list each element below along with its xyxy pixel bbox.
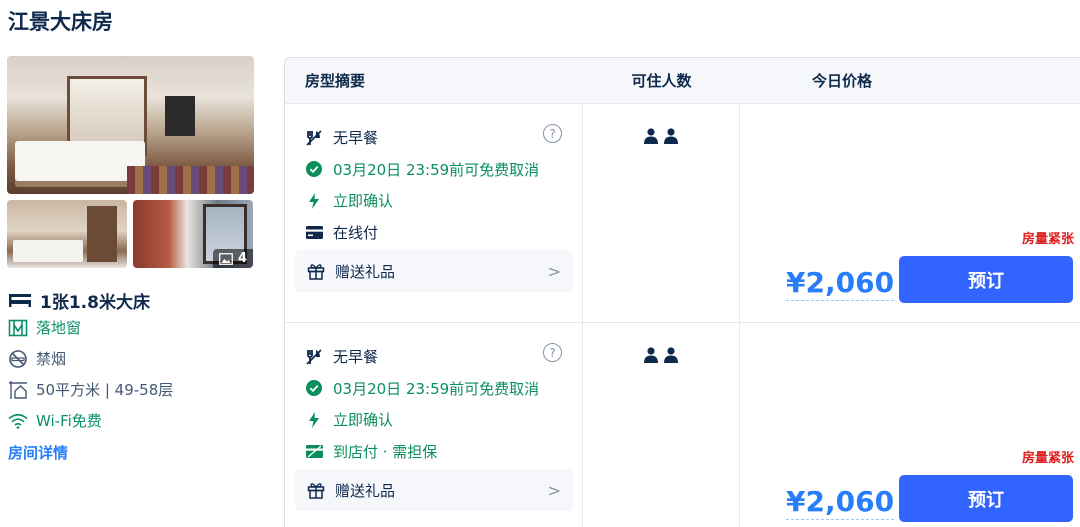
room-details-link[interactable]: 房间详情 (8, 442, 68, 463)
bed-icon (9, 294, 31, 307)
header-summary: 房型摘要 (305, 72, 366, 90)
rate-row: ? 无早餐 03月20日 23:59前可免费取消 立即确认 在线付 赠送礼品 > (285, 104, 1080, 323)
cancel-label: 03月20日 23:59前可免费取消 (333, 160, 540, 179)
price[interactable]: ¥2,060 (786, 485, 895, 520)
gift-icon (307, 263, 325, 280)
amenity-wifi: Wi-Fi免费 (8, 405, 258, 436)
book-button[interactable]: 预订 (899, 475, 1073, 522)
window-icon (8, 319, 28, 336)
breakfast-label: 无早餐 (333, 129, 379, 148)
amenity-wifi-label: Wi-Fi免费 (36, 412, 102, 430)
gift-bar[interactable]: 赠送礼品 > (295, 250, 573, 292)
confirm-label: 立即确认 (333, 411, 394, 430)
amenity-window-label: 落地窗 (36, 319, 82, 337)
rate-table: 房型摘要 可住人数 今日价格 ? 无早餐 03月20日 23:59前可免费取消 … (284, 57, 1080, 527)
amenity-area-label: 50平方米 | 49-58层 (36, 381, 174, 399)
cancel-policy: 03月20日 23:59前可免费取消 (305, 373, 572, 405)
area-icon (9, 380, 27, 399)
room-photo-main[interactable] (7, 56, 254, 194)
person-icon (644, 347, 658, 363)
utensils-icon (306, 349, 322, 365)
bed-info: 1张1.8米大床 (8, 288, 258, 313)
cancel-label: 03月20日 23:59前可免费取消 (333, 379, 540, 398)
payment-method: 到店付 · 需担保 (305, 436, 572, 468)
payment-label: 在线付 (333, 223, 379, 242)
amenity-no-smoking: 禁烟 (8, 343, 258, 374)
instant-confirm: 立即确认 (305, 185, 572, 217)
header-price: 今日价格 (811, 72, 872, 90)
price[interactable]: ¥2,060 (786, 266, 895, 301)
guest-capacity (644, 128, 678, 322)
image-icon (219, 252, 233, 265)
rate-row: ? 无早餐 03月20日 23:59前可免费取消 立即确认 到店付 · 需担保 … (285, 323, 1080, 527)
payment-method: 在线付 (305, 217, 572, 249)
card-icon (305, 225, 323, 239)
room-amenities: 1张1.8米大床 落地窗 禁烟 50平方米 | 49-58层 Wi-Fi免费 房… (8, 288, 258, 463)
guest-capacity (644, 347, 678, 527)
chevron-right-icon: > (547, 261, 561, 281)
header-guests: 可住人数 (631, 72, 692, 90)
help-icon[interactable]: ? (543, 343, 562, 362)
photo-count: 4 (237, 251, 247, 266)
gift-icon (307, 482, 325, 499)
gift-bar[interactable]: 赠送礼品 > (295, 469, 573, 511)
breakfast-label: 无早餐 (333, 348, 379, 367)
book-button[interactable]: 预订 (899, 256, 1073, 303)
wifi-icon (8, 413, 28, 429)
amenity-window: 落地窗 (8, 312, 258, 343)
room-photos: 4 (7, 56, 254, 268)
cancel-policy: 03月20日 23:59前可免费取消 (305, 154, 572, 186)
room-title: 江景大床房 (8, 10, 113, 34)
amenity-no-smoking-label: 禁烟 (36, 350, 67, 368)
scarcity-badge: 房量紧张 (1021, 232, 1074, 247)
instant-confirm: 立即确认 (305, 404, 572, 436)
lightning-icon (309, 411, 319, 428)
chevron-right-icon: > (547, 480, 561, 500)
photo-count-badge: 4 (212, 249, 253, 268)
lightning-icon (309, 192, 319, 209)
no-smoking-icon (9, 349, 27, 368)
breakfast-info: 无早餐 (305, 122, 572, 154)
amenity-area: 50平方米 | 49-58层 (8, 374, 258, 405)
breakfast-info: 无早餐 (305, 341, 572, 373)
gift-label: 赠送礼品 (335, 262, 396, 281)
gift-label: 赠送礼品 (335, 481, 396, 500)
check-circle-icon (306, 161, 322, 178)
payment-label: 到店付 · 需担保 (333, 442, 438, 461)
utensils-icon (306, 130, 322, 146)
pay-at-hotel-icon (305, 444, 323, 458)
person-icon (664, 128, 678, 144)
person-icon (664, 347, 678, 363)
check-circle-icon (306, 380, 322, 397)
person-icon (644, 128, 658, 144)
bed-label: 1张1.8米大床 (40, 292, 150, 313)
confirm-label: 立即确认 (333, 192, 394, 211)
scarcity-badge: 房量紧张 (1021, 451, 1074, 466)
room-photo-thumb[interactable] (7, 200, 127, 268)
help-icon[interactable]: ? (543, 124, 562, 143)
rate-table-header: 房型摘要 可住人数 今日价格 (285, 58, 1080, 104)
room-photo-thumb-more[interactable]: 4 (133, 200, 253, 268)
